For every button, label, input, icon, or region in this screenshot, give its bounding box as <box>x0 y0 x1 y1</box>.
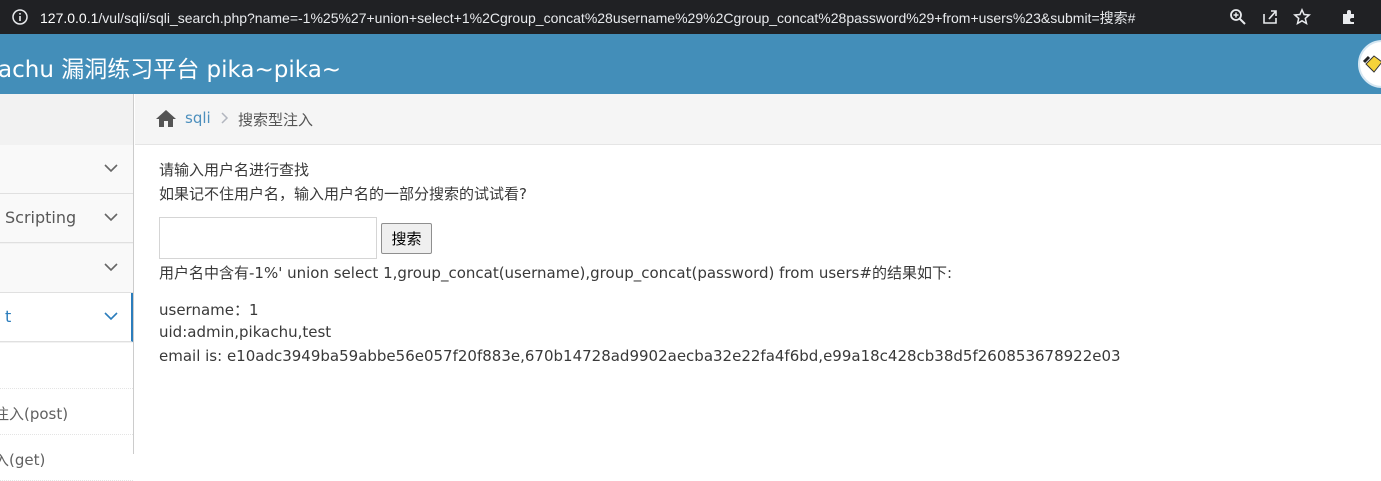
zoom-icon[interactable] <box>1229 8 1247 26</box>
hint-text: 如果记不住用户名，输入用户名的一部分搜索的试试看? <box>159 185 527 203</box>
url-path: /vul/sqli/sqli_search.php?name=-1%25%27+… <box>98 10 1136 26</box>
sidebar-item-xss[interactable]: Scripting <box>0 194 133 243</box>
breadcrumb-current: 搜索型注入 <box>238 111 314 129</box>
brand-title[interactable]: achu 漏洞练习平台 pika~pika~ <box>0 50 341 84</box>
bookmark-star-icon[interactable] <box>1293 8 1311 26</box>
result-username: username：1 <box>159 301 259 319</box>
search-button[interactable]: 搜索 <box>381 223 432 254</box>
top-navbar: achu 漏洞练习平台 pika~pika~ <box>0 34 1381 94</box>
breadcrumb-link-sqli[interactable]: sqli <box>185 109 211 127</box>
sidebar-subitem-post[interactable]: 注入(post) <box>0 389 133 435</box>
sidebar-subitem-get[interactable]: 入(get) <box>0 435 133 481</box>
result-intro: 用户名中含有-1%' union select 1,group_concat(u… <box>159 264 952 282</box>
result-uid: uid:admin,pikachu,test <box>159 323 332 341</box>
breadcrumb-edge-link[interactable] <box>1373 108 1377 123</box>
sidebar-item-label: t <box>5 307 12 326</box>
sidebar-item-3[interactable] <box>0 244 133 293</box>
site-info-icon[interactable] <box>12 9 28 25</box>
extensions-puzzle-icon[interactable] <box>1340 8 1358 26</box>
main-content: 请输入用户名进行查找 如果记不住用户名，输入用户名的一部分搜索的试试看? 搜索 … <box>135 145 1381 454</box>
breadcrumb: sqli 搜索型注入 <box>135 94 1381 145</box>
browser-address-bar: 127.0.0.1/vul/sqli/sqli_search.php?name=… <box>0 0 1381 34</box>
prompt-text: 请输入用户名进行查找 <box>159 161 310 179</box>
chevron-down-icon <box>104 164 118 173</box>
chevron-down-icon <box>104 312 118 321</box>
search-input[interactable] <box>159 217 377 259</box>
sidebar-subitem-1[interactable] <box>0 343 133 389</box>
sidebar-subitem-label: 注入(post) <box>0 405 69 423</box>
pikachu-avatar-icon <box>1362 55 1381 73</box>
result-email: email is: e10adc3949ba59abbe56e057f20f88… <box>159 347 1121 365</box>
chevron-down-icon <box>104 263 118 272</box>
sidebar: Scripting t 注入(post) 入(get) <box>0 94 134 481</box>
chevron-right-icon <box>221 112 229 124</box>
avatar[interactable] <box>1358 40 1381 88</box>
sidebar-item-sqli[interactable]: t <box>0 293 133 342</box>
url-field[interactable]: 127.0.0.1/vul/sqli/sqli_search.php?name=… <box>40 8 1220 28</box>
chevron-down-icon <box>104 213 118 222</box>
home-icon[interactable] <box>155 109 177 128</box>
sidebar-item-label: Scripting <box>5 208 77 227</box>
sidebar-item-1[interactable] <box>0 145 133 194</box>
share-icon[interactable] <box>1261 8 1279 26</box>
url-host: 127.0.0.1 <box>40 10 99 26</box>
sidebar-subitem-label: 入(get) <box>0 451 46 469</box>
